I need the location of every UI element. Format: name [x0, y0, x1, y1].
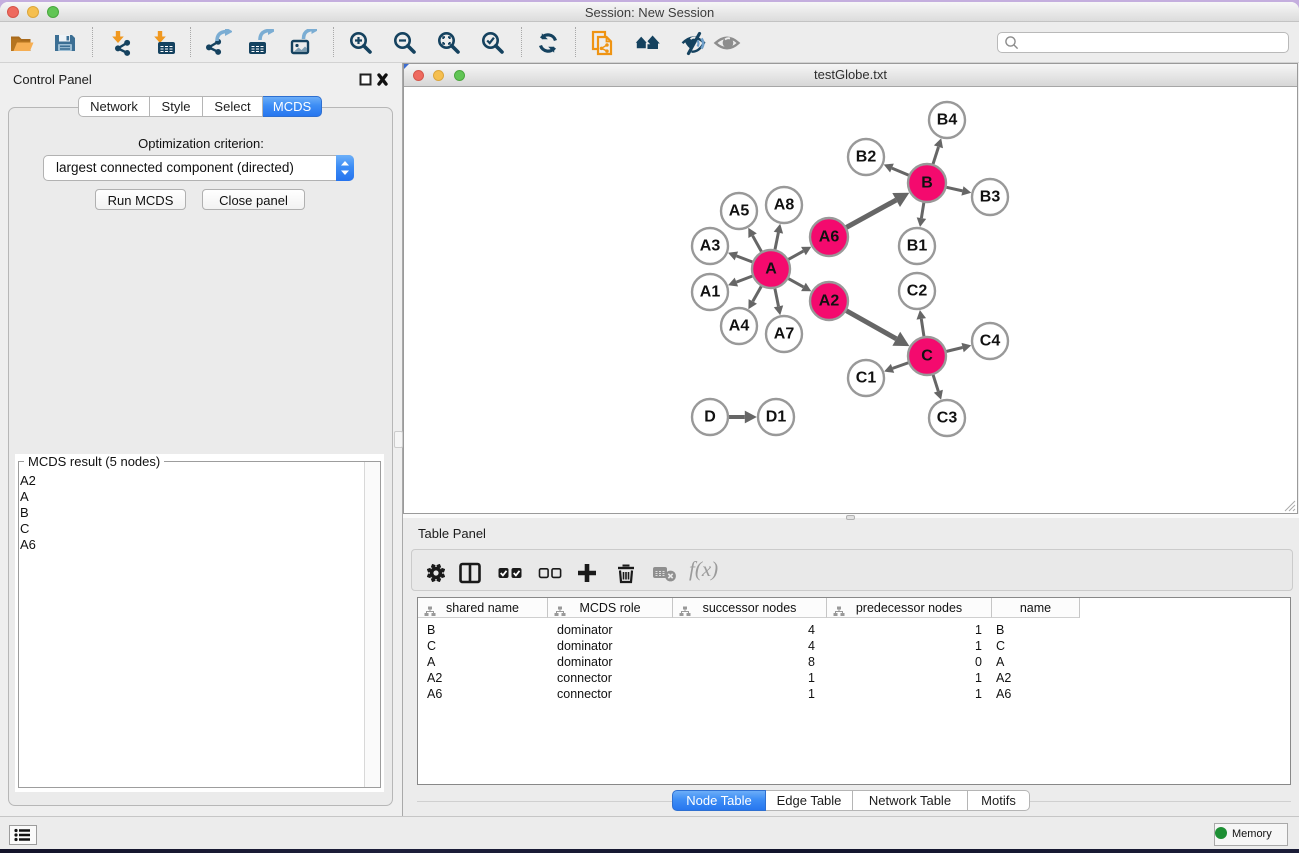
svg-text:C1: C1 — [856, 370, 877, 387]
svg-text:A: A — [765, 261, 777, 278]
svg-text:A8: A8 — [774, 197, 795, 214]
svg-text:A2: A2 — [819, 293, 840, 310]
svg-text:A4: A4 — [729, 318, 750, 335]
svg-text:C: C — [921, 348, 933, 365]
svg-text:A5: A5 — [729, 203, 750, 220]
svg-text:B4: B4 — [937, 112, 958, 129]
svg-text:C4: C4 — [980, 333, 1001, 350]
svg-text:A1: A1 — [700, 284, 721, 301]
svg-text:B2: B2 — [856, 149, 877, 166]
svg-text:B3: B3 — [980, 189, 1001, 206]
svg-text:B1: B1 — [907, 238, 928, 255]
svg-text:A3: A3 — [700, 238, 721, 255]
svg-text:D: D — [704, 409, 716, 426]
svg-text:C3: C3 — [937, 410, 958, 427]
svg-text:A7: A7 — [774, 326, 795, 343]
svg-text:D1: D1 — [766, 409, 787, 426]
svg-text:C2: C2 — [907, 283, 928, 300]
svg-text:B: B — [921, 175, 933, 192]
svg-text:A6: A6 — [819, 229, 840, 246]
